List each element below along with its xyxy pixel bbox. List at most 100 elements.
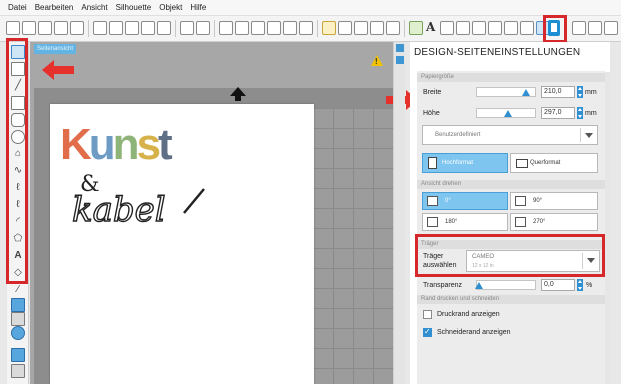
store-panel-icon[interactable]: [11, 326, 25, 340]
canvas-tab[interactable]: Seitenansicht: [34, 44, 77, 54]
page-top-arrow-icon: [230, 87, 246, 101]
paper-preset-value: Benutzerdefiniert: [435, 132, 481, 138]
portrait-button[interactable]: Hochformat: [422, 153, 508, 173]
width-slider[interactable]: [476, 87, 536, 97]
menu-bearbeiten[interactable]: Bearbeiten: [35, 3, 74, 12]
new-document-icon[interactable]: [6, 21, 20, 35]
pan-hand-icon[interactable]: [219, 21, 233, 35]
print-border-label: Druckrand anzeigen: [437, 311, 500, 318]
split-view-icon[interactable]: [11, 364, 25, 378]
line-style-icon[interactable]: [354, 21, 368, 35]
paste-icon[interactable]: [157, 21, 171, 35]
artwork-script[interactable]: & kabel: [72, 165, 212, 235]
menu-hilfe[interactable]: Hilfe: [190, 3, 206, 12]
height-slider[interactable]: [476, 108, 536, 118]
artwork-title[interactable]: Kunst: [60, 120, 200, 170]
print-icon[interactable]: [93, 21, 107, 35]
send-icon[interactable]: [109, 21, 123, 35]
fit-page-icon[interactable]: [299, 21, 313, 35]
menu-objekt[interactable]: Objekt: [159, 3, 182, 12]
warning-icon[interactable]: [371, 55, 383, 66]
menu-ansicht[interactable]: Ansicht: [81, 3, 107, 12]
library-icon[interactable]: [38, 21, 52, 35]
width-input[interactable]: 210,0: [541, 86, 575, 98]
red-arrow-left-icon: [42, 60, 74, 80]
panel-collapse-strip[interactable]: [393, 42, 405, 384]
chevron-down-icon: [585, 133, 593, 138]
width-spinner[interactable]: [577, 86, 583, 98]
line-color-icon[interactable]: [338, 21, 352, 35]
transparency-input[interactable]: 0,0: [541, 279, 575, 291]
save-as-icon[interactable]: [70, 21, 84, 35]
height-label: Höhe: [423, 110, 440, 117]
menu-datei[interactable]: Datei: [8, 3, 27, 12]
effects-icon[interactable]: [386, 21, 400, 35]
panel-scrollbar[interactable]: [605, 72, 610, 384]
rotate-270-label: 270°: [533, 219, 546, 225]
section-print-cut: Rand drucken und schneiden: [417, 295, 605, 304]
transparency-spinner[interactable]: [577, 279, 583, 291]
registration-icon[interactable]: [572, 21, 586, 35]
redo-icon[interactable]: [196, 21, 210, 35]
library-panel-icon[interactable]: [11, 312, 25, 326]
grid-icon[interactable]: [588, 21, 602, 35]
height-spinner[interactable]: [577, 107, 583, 119]
highlight-page-setup: [543, 15, 567, 43]
rotate-0-button[interactable]: 0°: [422, 192, 508, 210]
landscape-button[interactable]: Querformat: [510, 153, 598, 173]
rotate-90-button[interactable]: 90°: [510, 192, 598, 210]
print-border-checkbox[interactable]: [423, 310, 432, 319]
rotate-270-icon: [515, 217, 526, 227]
modify-icon[interactable]: [504, 21, 518, 35]
cut-icon[interactable]: [125, 21, 139, 35]
landscape-icon: [516, 159, 528, 168]
knife-icon[interactable]: [520, 21, 534, 35]
transform-icon[interactable]: [456, 21, 470, 35]
open-icon[interactable]: [22, 21, 36, 35]
dropdown-divider: [580, 128, 581, 142]
cut-border-checkbox[interactable]: [423, 327, 432, 337]
mat-grid: [313, 108, 393, 384]
align-icon[interactable]: [409, 21, 423, 35]
artwork-letter: t: [158, 120, 173, 169]
menu-silhouette[interactable]: Silhouette: [116, 3, 152, 12]
toolbar-divider: [88, 20, 89, 37]
slider-thumb[interactable]: [504, 110, 512, 117]
transparency-slider[interactable]: [475, 280, 536, 290]
save-icon[interactable]: [54, 21, 68, 35]
draw-panel-icon[interactable]: [11, 298, 25, 312]
slider-thumb[interactable]: [475, 282, 483, 289]
rotate-180-button[interactable]: 180°: [422, 213, 508, 231]
rotate-270-button[interactable]: 270°: [510, 213, 598, 231]
rotate-90-icon: [515, 196, 526, 206]
portrait-label: Hochformat: [442, 160, 474, 166]
height-input[interactable]: 297,0: [541, 107, 575, 119]
width-label: Breite: [423, 89, 442, 96]
text-style-icon[interactable]: A: [426, 20, 435, 34]
pin-panel-icon[interactable]: [396, 56, 404, 64]
undo-icon[interactable]: [180, 21, 194, 35]
design-view-icon[interactable]: [11, 348, 25, 362]
width-unit: mm: [585, 89, 597, 96]
offset-icon[interactable]: [472, 21, 486, 35]
artwork-letter: u: [88, 120, 116, 169]
copy-icon[interactable]: [141, 21, 155, 35]
artwork-pen-stroke: [183, 188, 205, 214]
zoom-out-icon[interactable]: [251, 21, 265, 35]
collapse-panel-icon[interactable]: [396, 44, 404, 52]
toolbar-divider: [175, 20, 176, 37]
knife-tool-icon[interactable]: ∕: [11, 283, 25, 297]
slider-thumb[interactable]: [522, 89, 530, 96]
paper-preset-dropdown[interactable]: Benutzerdefiniert: [422, 125, 598, 145]
zoom-select-icon[interactable]: [267, 21, 281, 35]
zoom-in-icon[interactable]: [235, 21, 249, 35]
shadow-icon[interactable]: [370, 21, 384, 35]
app-window: Datei Bearbeiten Ansicht Silhouette Obje…: [0, 0, 621, 384]
panel-title: DESIGN-SEITENEINSTELLUNGEN: [414, 47, 581, 58]
more-icon[interactable]: [604, 21, 618, 35]
toolbar-divider: [214, 20, 215, 37]
move-icon[interactable]: [283, 21, 297, 35]
trace-icon[interactable]: [488, 21, 502, 35]
fill-color-icon[interactable]: [322, 21, 336, 35]
replicate-icon[interactable]: [440, 21, 454, 35]
